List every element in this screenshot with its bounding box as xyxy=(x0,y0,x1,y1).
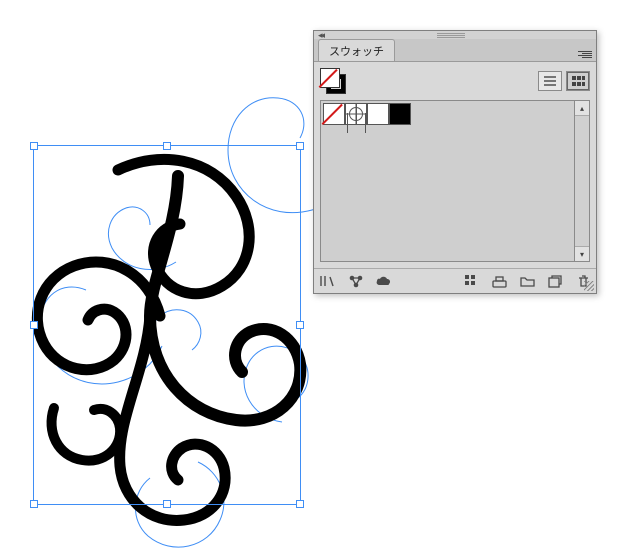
swatch-black[interactable] xyxy=(389,103,411,125)
kinds-icon: . xyxy=(464,274,479,288)
kuler-button[interactable] xyxy=(346,272,364,290)
swatch-libraries-button[interactable]: . xyxy=(318,272,336,290)
grip-lines-icon xyxy=(437,33,465,38)
fill-stroke-indicator[interactable] xyxy=(320,68,346,94)
panel-menu-button[interactable] xyxy=(574,47,592,61)
swatch-list[interactable]: ▴ ▾ xyxy=(320,100,590,262)
grid-view-button[interactable] xyxy=(566,71,590,91)
panel-tabbar: スウォッチ xyxy=(314,39,596,62)
handle-e[interactable] xyxy=(296,321,304,329)
cloud-button[interactable] xyxy=(374,272,392,290)
share-icon xyxy=(348,274,363,289)
panel-gripper[interactable]: ◂◂ xyxy=(314,31,596,39)
handle-sw[interactable] xyxy=(30,500,38,508)
swatch-registration[interactable] xyxy=(345,103,367,125)
view-mode-buttons xyxy=(538,71,590,91)
cloud-icon xyxy=(375,275,392,287)
folder-icon xyxy=(520,275,535,287)
handle-se[interactable] xyxy=(296,500,304,508)
fill-swatch-icon[interactable] xyxy=(320,68,340,88)
canvas[interactable]: ◂◂ スウォッチ xyxy=(0,0,640,558)
swatches-panel: ◂◂ スウォッチ xyxy=(313,30,597,294)
tab-label: スウォッチ xyxy=(329,46,384,58)
scroll-up-button[interactable]: ▴ xyxy=(575,101,589,116)
handle-nw[interactable] xyxy=(30,142,38,150)
new-group-icon xyxy=(492,275,507,288)
grid-icon xyxy=(571,75,585,87)
show-swatch-kinds-button[interactable]: . xyxy=(462,272,480,290)
handle-s[interactable] xyxy=(163,500,171,508)
handle-n[interactable] xyxy=(163,142,171,150)
panel-footer: . . xyxy=(314,268,596,293)
swatch-scrollbar[interactable]: ▴ ▾ xyxy=(574,101,589,261)
scroll-down-button[interactable]: ▾ xyxy=(575,246,589,261)
handle-ne[interactable] xyxy=(296,142,304,150)
selection-bbox[interactable] xyxy=(33,145,301,505)
libraries-icon: . xyxy=(319,274,335,288)
swatch-white[interactable] xyxy=(367,103,389,125)
new-swatch-button[interactable] xyxy=(546,272,564,290)
list-icon xyxy=(543,75,557,87)
swatch-none[interactable] xyxy=(323,103,345,125)
list-view-button[interactable] xyxy=(538,71,562,91)
new-icon xyxy=(548,275,562,288)
panel-resize-grip[interactable] xyxy=(584,281,594,291)
panel-body: ▴ ▾ xyxy=(314,62,596,268)
new-color-group-button[interactable] xyxy=(490,272,508,290)
new-folder-button[interactable] xyxy=(518,272,536,290)
tab-swatches[interactable]: スウォッチ xyxy=(318,39,395,61)
handle-w[interactable] xyxy=(30,321,38,329)
